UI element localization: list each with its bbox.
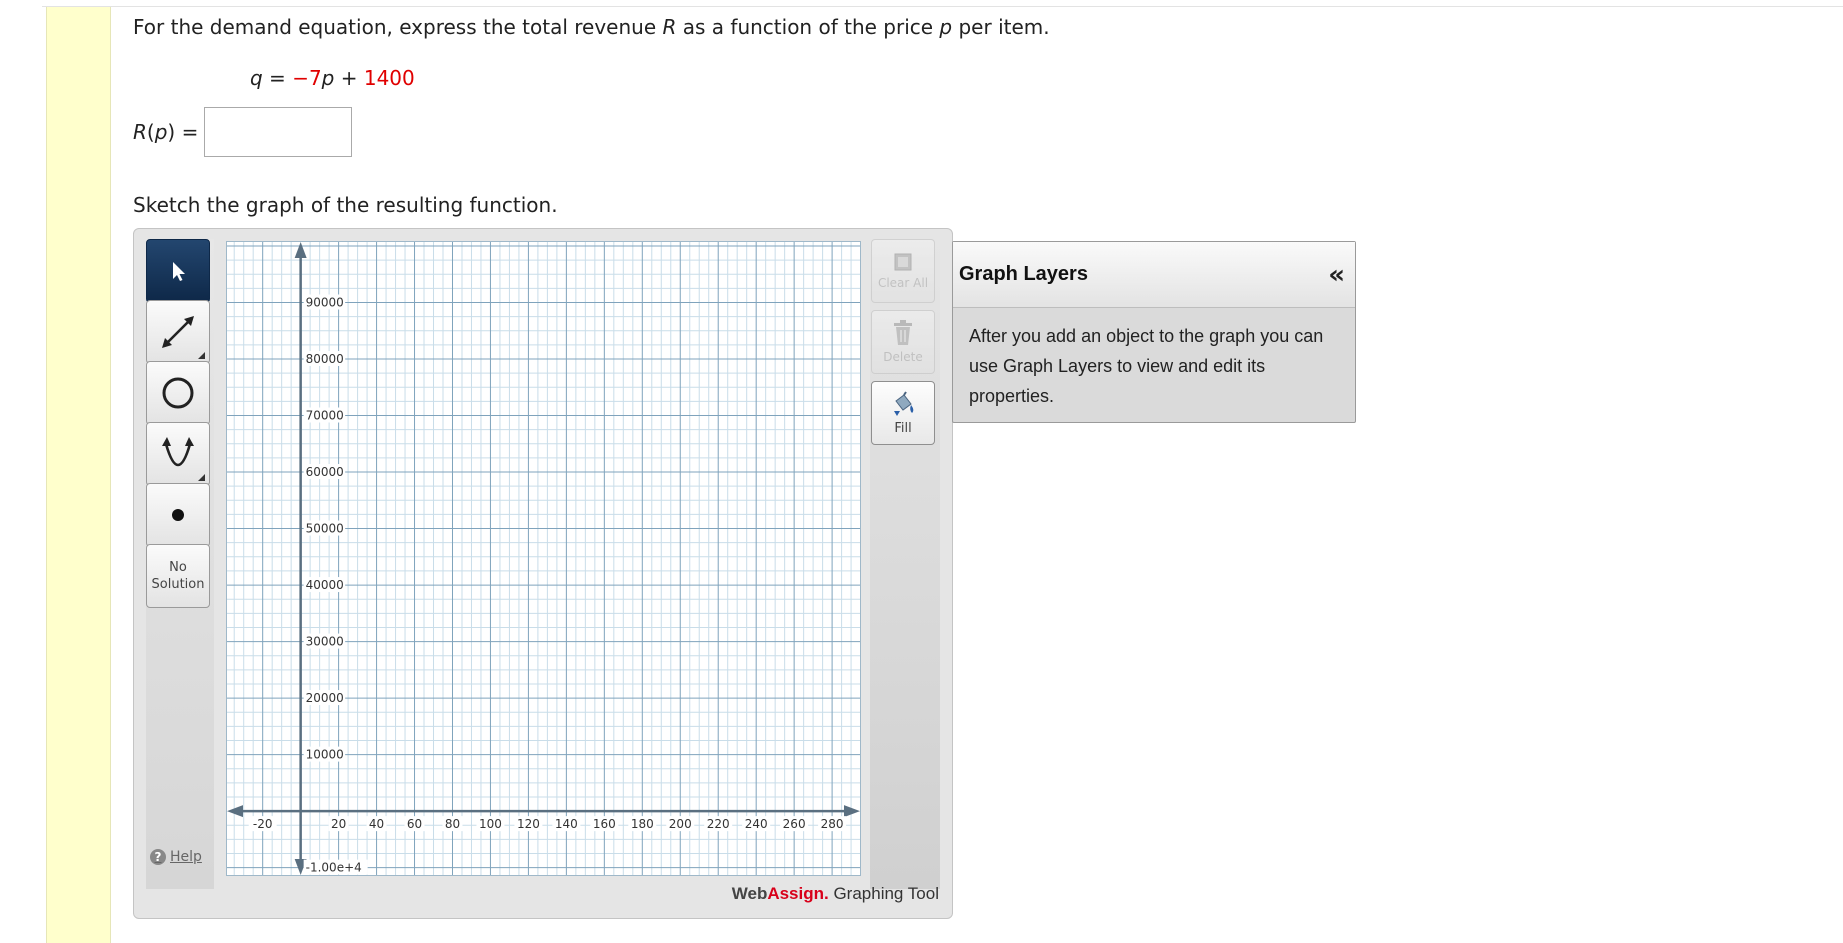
y-tick-label: 70000 — [306, 409, 344, 423]
x-tick-label: 220 — [707, 817, 730, 831]
circle-icon — [162, 377, 194, 409]
clear-all-icon — [894, 253, 912, 271]
question-margin-stripe — [46, 7, 111, 943]
help-icon: ? — [150, 849, 166, 865]
y-tick-label: 10000 — [306, 748, 344, 762]
graphing-tool: No Solution ? Help -20 20 40 60 80 100 120 140 16… — [133, 228, 953, 919]
y-tick-label: -1.00e+4 — [306, 861, 362, 875]
x-tick-label: 280 — [821, 817, 844, 831]
help-link[interactable]: ? Help — [150, 849, 202, 865]
x-tick-label: 240 — [745, 817, 768, 831]
x-tick-label: 200 — [669, 817, 692, 831]
x-tick-label: -20 — [253, 817, 273, 831]
answer-row: R(p) = — [133, 106, 353, 158]
y-tick-label: 60000 — [306, 465, 344, 479]
parabola-icon — [162, 437, 194, 467]
no-solution-button[interactable]: No Solution — [146, 544, 210, 608]
graph-layers-panel: Graph Layers « After you add an object t… — [952, 241, 1356, 423]
graph-layers-title: Graph Layers — [959, 263, 1088, 285]
x-axis-arrow-right — [844, 805, 860, 818]
x-axis-arrow-left — [227, 805, 243, 818]
x-tick-label: 40 — [369, 817, 384, 831]
sketch-prompt: Sketch the graph of the resulting functi… — [133, 193, 558, 217]
point-tool-button[interactable] — [146, 483, 210, 547]
x-tick-label: 120 — [517, 817, 540, 831]
y-tick-label: 80000 — [306, 352, 344, 366]
fill-button[interactable]: Fill — [871, 381, 935, 445]
y-tick-label: 40000 — [306, 578, 344, 592]
help-label: Help — [170, 849, 202, 865]
demand-equation: q = −7p + 1400 — [250, 66, 415, 90]
revenue-answer-input[interactable] — [204, 107, 353, 157]
line-tool-button[interactable] — [146, 300, 210, 364]
x-tick-label: 80 — [445, 817, 460, 831]
delete-button[interactable]: Delete — [871, 310, 935, 374]
y-tick-label: 50000 — [306, 522, 344, 536]
top-divider — [42, 0, 1843, 7]
y-tick-label: 30000 — [306, 635, 344, 649]
x-tick-label: 160 — [593, 817, 616, 831]
graph-canvas[interactable]: -20 20 40 60 80 100 120 140 160 180 200 220 240 260 28… — [226, 241, 861, 876]
line-segment-icon — [162, 316, 194, 348]
x-tick-label: 100 — [479, 817, 502, 831]
point-icon — [172, 509, 184, 521]
circle-tool-button[interactable] — [146, 361, 210, 425]
pointer-arrow-icon — [173, 262, 185, 281]
clear-all-button[interactable]: Clear All — [871, 239, 935, 303]
trash-icon — [894, 320, 912, 345]
webassign-brand: WebAssign. Graphing Tool — [731, 884, 939, 903]
pointer-tool-button[interactable] — [146, 239, 210, 303]
graph-layers-message: After you add an object to the graph you… — [969, 326, 1324, 406]
parabola-tool-button[interactable] — [146, 422, 210, 486]
collapse-icon[interactable]: « — [1328, 260, 1345, 290]
answer-label: R(p) = — [133, 120, 199, 144]
graph-layers-header[interactable]: Graph Layers « — [953, 242, 1355, 308]
x-tick-label: 180 — [631, 817, 654, 831]
x-tick-label: 140 — [555, 817, 578, 831]
question-text: For the demand equation, express the tot… — [133, 15, 1050, 39]
paint-bucket-icon — [894, 390, 914, 416]
x-tick-label: 20 — [331, 817, 346, 831]
y-tick-label: 20000 — [306, 691, 344, 705]
x-tick-label: 260 — [783, 817, 806, 831]
y-axis-arrow-up — [294, 242, 307, 258]
x-tick-label: 60 — [407, 817, 422, 831]
y-tick-label: 90000 — [306, 295, 344, 309]
